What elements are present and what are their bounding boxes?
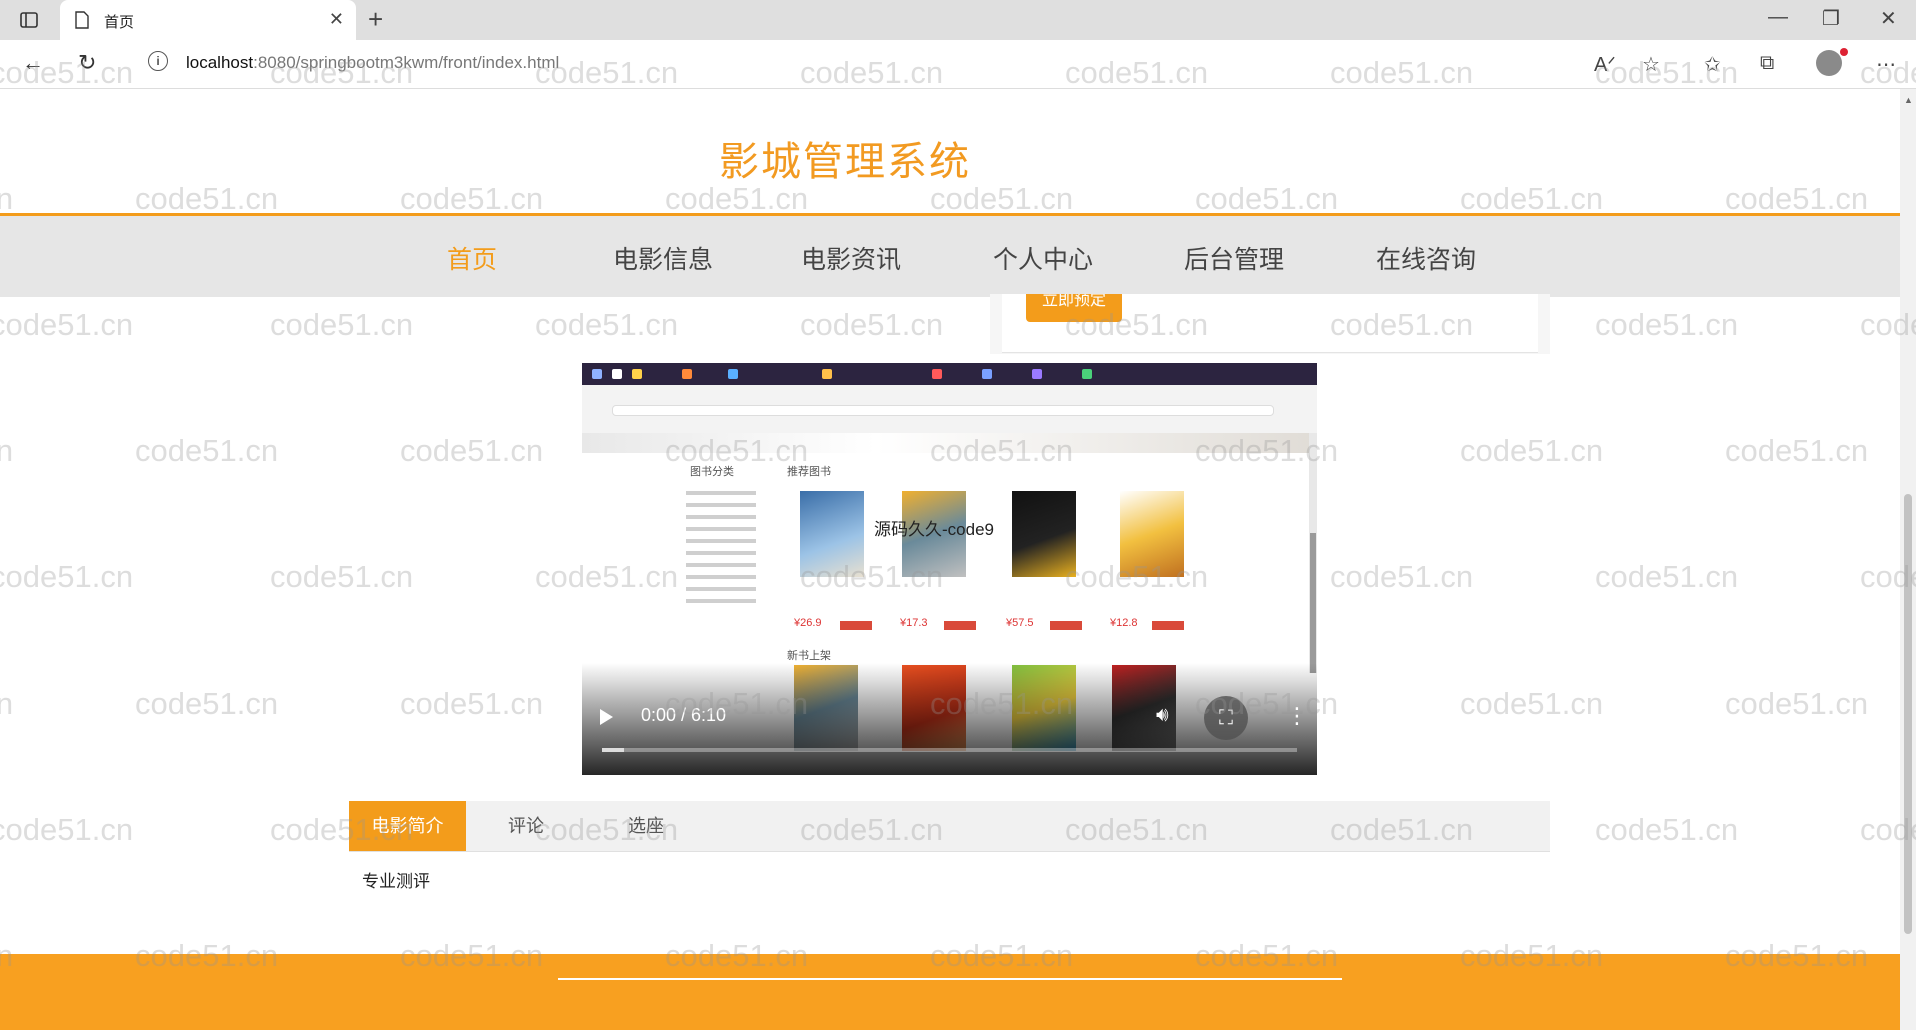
main-nav: 首页 电影信息 电影资讯 个人中心 后台管理 在线咨询 — [0, 213, 1900, 297]
tab-title: 首页 — [104, 14, 135, 31]
tab-content-text: 专业测评 — [362, 872, 430, 891]
video-new-books-heading: 新书上架 — [787, 650, 831, 662]
scrollbar-thumb[interactable] — [1904, 494, 1912, 934]
new-tab-icon[interactable]: + — [368, 4, 383, 35]
browser-tab-active[interactable]: 首页 ✕ — [60, 0, 356, 40]
video-recommend-heading: 推荐图书 — [787, 466, 831, 478]
video-controls: 0:00 / 6:10 🔊︎ ⛶ ⋮ — [582, 663, 1317, 775]
footer-divider — [558, 978, 1342, 980]
nav-movie-info[interactable]: 电影信息 — [613, 240, 713, 276]
close-window-icon[interactable]: ✕ — [1880, 6, 1897, 31]
video-category-heading: 图书分类 — [690, 466, 734, 478]
nav-home[interactable]: 首页 — [447, 240, 497, 276]
video-overlay-text: 源码久久-code9 — [874, 520, 994, 539]
book-price: ¥17.3 — [900, 617, 928, 629]
volume-icon[interactable]: 🔊︎ — [1156, 704, 1169, 727]
profile-avatar[interactable] — [1816, 48, 1848, 76]
site-info-icon[interactable]: i — [148, 51, 168, 71]
close-tab-icon[interactable]: ✕ — [329, 9, 344, 30]
back-icon[interactable]: ← — [22, 50, 44, 76]
video-progress-bar[interactable] — [602, 748, 1297, 752]
book-price: ¥57.5 — [1006, 617, 1034, 629]
favorites-icon[interactable]: ✩ — [1704, 52, 1721, 77]
video-player[interactable]: 图书分类 推荐图书 ¥26.9 ¥17.3 ¥57.5 ¥12.8 新书上架 源… — [582, 363, 1317, 775]
collections-icon[interactable]: ⧉ — [1760, 52, 1774, 75]
video-time: 0:00 / 6:10 — [641, 705, 727, 725]
video-frame-browser — [582, 385, 1317, 434]
video-frame-taskbar — [582, 363, 1317, 385]
page-icon — [75, 11, 89, 29]
nav-online-consult[interactable]: 在线咨询 — [1376, 240, 1476, 276]
refresh-icon[interactable]: ↻ — [78, 50, 96, 76]
book-cover — [1012, 491, 1076, 577]
tab-movie-intro[interactable]: 电影简介 — [349, 801, 466, 851]
video-frame-banner — [582, 433, 1317, 453]
book-price: ¥26.9 — [794, 617, 822, 629]
tab-seat-select[interactable]: 选座 — [586, 801, 706, 851]
book-price: ¥12.8 — [1110, 617, 1138, 629]
minimize-icon[interactable]: — — [1768, 6, 1788, 29]
more-menu-icon[interactable]: ⋯ — [1876, 52, 1896, 77]
nav-personal-center[interactable]: 个人中心 — [993, 240, 1093, 276]
book-cover — [800, 491, 864, 577]
web-page: 影城管理系统 首页 电影信息 电影资讯 个人中心 后台管理 在线咨询 立即预定 … — [0, 89, 1900, 1030]
page-footer — [0, 954, 1900, 1030]
url-input[interactable]: localhost:8080/springbootm3kwm/front/ind… — [186, 53, 559, 73]
book-now-button[interactable]: 立即预定 — [1026, 294, 1122, 322]
add-favorite-icon[interactable]: ☆ — [1642, 52, 1660, 77]
more-options-icon[interactable]: ⋮ — [1286, 703, 1308, 729]
fullscreen-icon[interactable]: ⛶ — [1204, 696, 1248, 740]
scroll-up-icon[interactable]: ▲ — [1904, 95, 1913, 105]
address-bar-row: ← ↻ i localhost:8080/springbootm3kwm/fro… — [0, 40, 1916, 89]
nav-admin[interactable]: 后台管理 — [1184, 240, 1284, 276]
tab-comments[interactable]: 评论 — [466, 801, 586, 851]
restore-icon[interactable]: ❐ — [1822, 6, 1840, 31]
partial-movie-card: 立即预定 — [990, 294, 1550, 354]
book-cover — [1120, 491, 1184, 577]
play-icon[interactable] — [600, 709, 613, 725]
site-title: 影城管理系统 — [719, 140, 971, 184]
browser-tab-bar: 首页 ✕ + — ❐ ✕ — [0, 0, 1916, 40]
page-scrollbar[interactable]: ▲ — [1900, 89, 1916, 1030]
detail-tabs: 电影简介 评论 选座 — [349, 801, 1550, 852]
read-aloud-icon[interactable]: Aᐟ — [1594, 52, 1616, 77]
nav-movie-news[interactable]: 电影资讯 — [801, 240, 901, 276]
tab-actions-icon[interactable] — [18, 9, 40, 31]
